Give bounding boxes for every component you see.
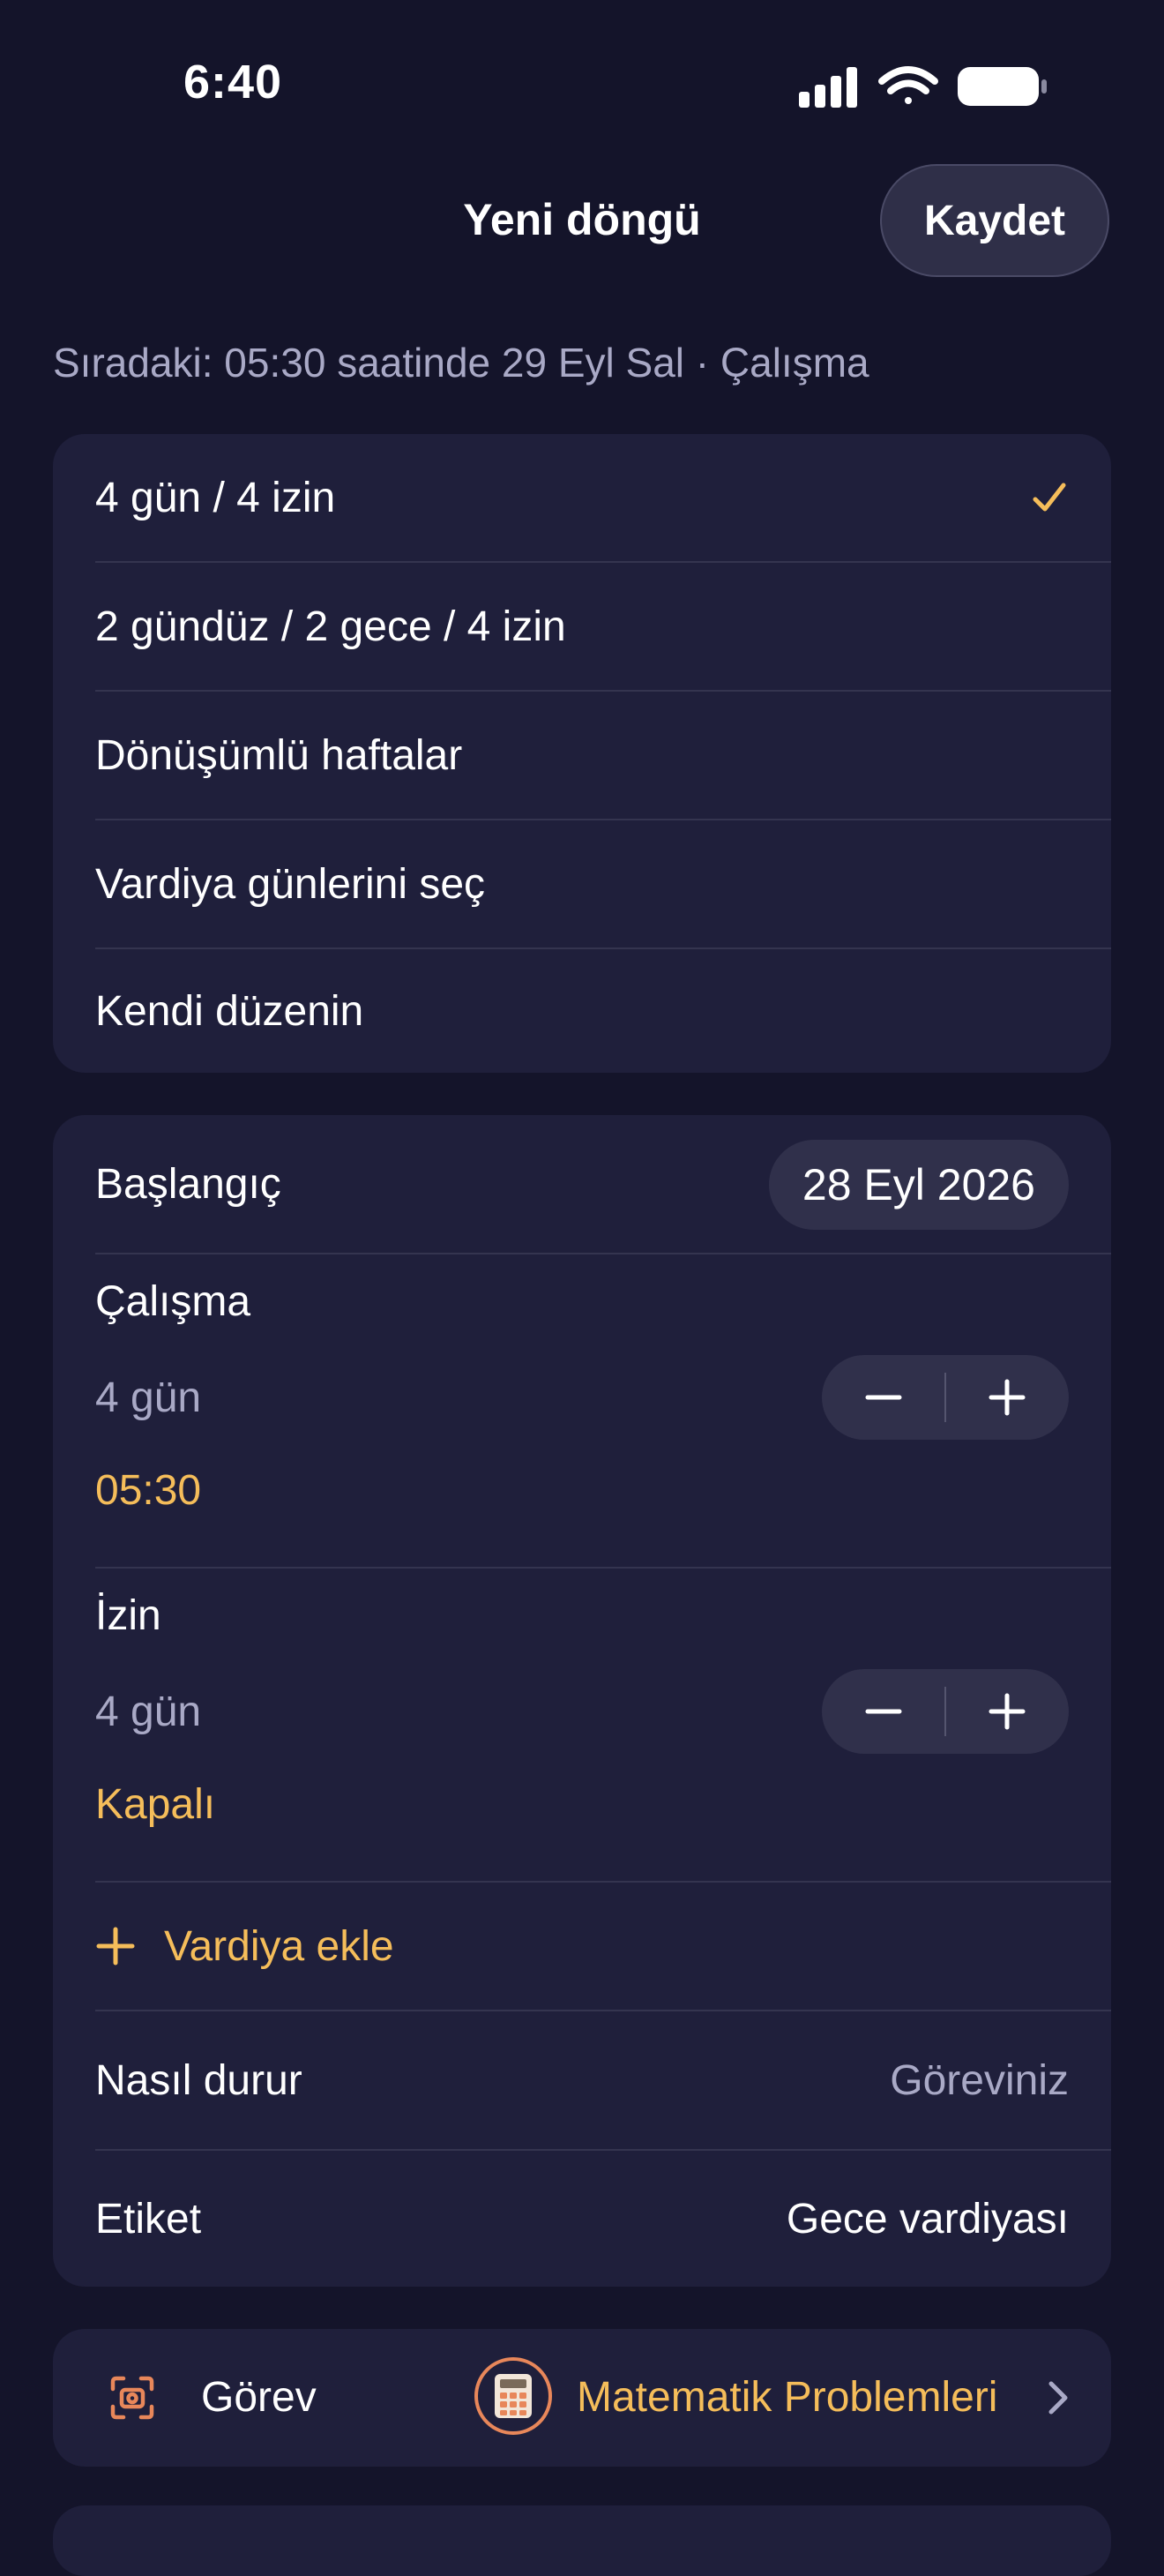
minus-icon [865,1395,902,1400]
work-alarm-time[interactable]: 05:30 [95,1466,201,1515]
start-date-label: Başlangıç [95,1160,281,1208]
off-alarm-status[interactable]: Kapalı [95,1780,215,1829]
divider [95,1253,1111,1254]
stepper-divider [944,1687,946,1736]
work-title: Çalışma [95,1277,251,1325]
divider [95,1567,1111,1569]
off-days-stepper [822,1669,1069,1754]
chevron-right-icon [1048,2381,1068,2415]
pattern-item-day-night[interactable]: 2 gündüz / 2 gece / 4 izin [95,563,1111,690]
checkmark-icon [1033,483,1066,512]
off-title: İzin [95,1591,161,1639]
pattern-list: 4 gün / 4 izin 2 gündüz / 2 gece / 4 izi… [53,434,1111,1073]
work-alarm-row[interactable]: 05:30 [95,1450,1111,1530]
pattern-item-label: 2 gündüz / 2 gece / 4 izin [95,603,566,650]
stop-method-row[interactable]: Nasıl durur Göreviniz [95,2011,1111,2149]
next-settings-card [53,2505,1111,2576]
decrement-button[interactable] [822,1669,945,1754]
status-time: 6:40 [183,56,283,109]
off-days-count: 4 gün [95,1688,202,1735]
next-occurrence-info: Sıradaki: 05:30 saatinde 29 Eyl Sal · Ça… [53,340,869,386]
stop-method-label: Nasıl durur [95,2056,302,2104]
pattern-item-rotating-weeks[interactable]: Dönüşümlü haftalar [95,692,1111,819]
schedule-settings: Başlangıç 28 Eyl 2026 Çalışma 4 gün 05:3… [53,1115,1111,2287]
cellular-signal-icon [799,67,857,108]
tag-row[interactable]: Etiket Gece vardiyası [95,2151,1111,2287]
pattern-item-custom[interactable]: Kendi düzenin [95,949,1111,1073]
start-date-row: Başlangıç 28 Eyl 2026 [95,1115,1111,1253]
pattern-item-label: Vardiya günlerini seç [95,860,486,908]
save-button[interactable]: Kaydet [880,164,1109,277]
camera-scan-icon [110,2376,154,2420]
work-days-count: 4 gün [95,1374,202,1421]
stop-method-value: Göreviniz [890,2056,1069,2104]
plus-icon [989,1379,1026,1416]
minus-icon [865,1709,902,1714]
wifi-icon [878,66,938,104]
status-icons [794,62,1049,111]
plus-icon [989,1693,1026,1730]
pattern-item-4-on-4-off[interactable]: 4 gün / 4 izin [95,434,1111,561]
add-shift-button[interactable]: Vardiya ekle [95,1883,1111,2010]
calculator-icon [474,2357,552,2435]
decrement-button[interactable] [822,1355,945,1440]
increment-button[interactable] [945,1669,1069,1754]
increment-button[interactable] [945,1355,1069,1440]
work-days-row: 4 gün [95,1353,1111,1442]
task-label: Görev [201,2374,317,2421]
start-date-picker[interactable]: 28 Eyl 2026 [768,1140,1069,1230]
add-shift-label: Vardiya ekle [164,1922,394,1970]
task-value: Matematik Problemleri [577,2374,998,2421]
work-days-stepper [822,1355,1069,1440]
tag-label: Etiket [95,2195,202,2243]
stepper-divider [944,1373,946,1422]
battery-icon [958,67,1047,106]
off-alarm-row[interactable]: Kapalı [95,1764,1111,1844]
tag-value: Gece vardiyası [786,2195,1069,2243]
task-row[interactable]: Görev Matematik Problemleri [53,2329,1111,2467]
off-days-row: 4 gün [95,1667,1111,1756]
pattern-item-label: 4 gün / 4 izin [95,474,336,521]
plus-icon [96,1927,135,1966]
pattern-item-label: Kendi düzenin [95,987,364,1035]
pattern-item-label: Dönüşümlü haftalar [95,731,463,779]
pattern-item-pick-days[interactable]: Vardiya günlerini seç [95,820,1111,947]
